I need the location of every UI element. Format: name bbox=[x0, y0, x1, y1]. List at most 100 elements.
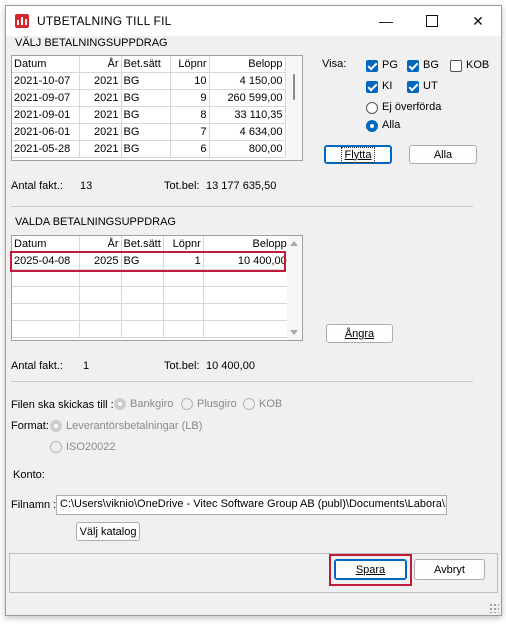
checkbox-ut-label: UT bbox=[423, 80, 438, 92]
valj-katalog-button[interactable]: Välj katalog bbox=[76, 522, 140, 541]
radio-alla[interactable] bbox=[366, 120, 378, 132]
table-row[interactable] bbox=[12, 286, 290, 304]
format-label: Format: bbox=[11, 420, 49, 432]
cell: 2021-09-01 bbox=[12, 106, 80, 124]
valj-katalog-button-label: Välj katalog bbox=[79, 525, 137, 538]
cell: 33 110,35 bbox=[209, 106, 286, 124]
col-datum[interactable]: Datum bbox=[12, 56, 80, 73]
table-row[interactable] bbox=[12, 320, 290, 338]
scroll-up-icon[interactable] bbox=[290, 241, 298, 246]
close-icon[interactable]: ✕ bbox=[455, 6, 501, 36]
cell: 4 634,00 bbox=[209, 123, 286, 141]
filnamn-input[interactable]: C:\Users\viknio\OneDrive - Vitec Softwar… bbox=[56, 495, 447, 515]
dialog-window: UTBETALNING TILL FIL — ✕ VÄLJ BETALNINGS… bbox=[5, 5, 502, 616]
divider bbox=[11, 381, 473, 382]
radio-plusgiro[interactable] bbox=[181, 398, 193, 410]
cell: 9 bbox=[170, 89, 210, 107]
checkbox-kob-label: KOB bbox=[466, 59, 490, 71]
cell: 800,00 bbox=[209, 140, 286, 158]
table-row[interactable]: 2021-06-01 2021 BG 7 4 634,00 bbox=[12, 123, 286, 141]
cell: 2021 bbox=[79, 72, 122, 90]
avbryt-button[interactable]: Avbryt bbox=[414, 559, 485, 580]
col-ar[interactable]: År bbox=[79, 56, 122, 73]
cell: 260 599,00 bbox=[209, 89, 286, 107]
col-belopp[interactable]: Belopp bbox=[209, 56, 286, 73]
table-row[interactable]: 2021-05-28 2021 BG 6 800,00 bbox=[12, 140, 286, 158]
filnamn-label: Filnamn : bbox=[11, 499, 57, 511]
cell: BG bbox=[121, 72, 171, 90]
radio-lb[interactable] bbox=[50, 420, 62, 432]
checkbox-ki[interactable] bbox=[366, 81, 378, 93]
antal-label-1: Antal fakt.: bbox=[11, 180, 63, 192]
cell: BG bbox=[121, 123, 171, 141]
cell: 6 bbox=[170, 140, 210, 158]
table-header: Datum År Bet.sätt Löpnr Belopp bbox=[12, 56, 286, 73]
flytta-button[interactable]: Flytta bbox=[324, 145, 392, 164]
send-to-label: Filen ska skickas till : bbox=[11, 399, 114, 411]
minimize-icon[interactable]: — bbox=[363, 6, 409, 36]
resize-grip-icon[interactable] bbox=[489, 603, 499, 613]
table-row[interactable]: 2021-09-01 2021 BG 8 33 110,35 bbox=[12, 106, 286, 124]
avbryt-button-label: Avbryt bbox=[434, 563, 465, 576]
table-row[interactable]: 2021-10-07 2021 BG 10 4 150,00 bbox=[12, 72, 286, 90]
flytta-button-label: Flytta bbox=[340, 146, 376, 163]
checkbox-bg[interactable] bbox=[407, 60, 419, 72]
alla-button[interactable]: Alla bbox=[409, 145, 477, 164]
angra-button[interactable]: Ångra bbox=[326, 324, 393, 343]
radio-iso20022[interactable] bbox=[50, 441, 62, 453]
cell: 2021 bbox=[79, 140, 122, 158]
section-title-selected: VALDA BETALNINGSUPPDRAG bbox=[15, 216, 176, 228]
spara-button[interactable]: Spara bbox=[334, 559, 407, 580]
radio-ej-overforda-label: Ej överförda bbox=[382, 101, 442, 113]
divider bbox=[11, 206, 473, 207]
col-lopnr[interactable]: Löpnr bbox=[170, 56, 210, 73]
checkbox-kob[interactable] bbox=[450, 60, 462, 72]
cell: BG bbox=[121, 89, 171, 107]
cell: 7 bbox=[170, 123, 210, 141]
totbel-value-1: 13 177 635,50 bbox=[206, 180, 277, 192]
cell: BG bbox=[121, 106, 171, 124]
radio-iso20022-label: ISO20022 bbox=[66, 441, 116, 453]
window-title: UTBETALNING TILL FIL bbox=[37, 14, 172, 28]
checkbox-pg-label: PG bbox=[382, 59, 398, 71]
table-row[interactable] bbox=[12, 269, 290, 287]
totbel-label-1: Tot.bel: bbox=[164, 180, 200, 192]
scroll-down-icon[interactable] bbox=[290, 330, 298, 335]
radio-kob[interactable] bbox=[243, 398, 255, 410]
title-bar: UTBETALNING TILL FIL — ✕ bbox=[6, 6, 501, 36]
cell: 2021 bbox=[79, 89, 122, 107]
select-grid-scrollbar[interactable] bbox=[287, 56, 302, 160]
radio-ej-overforda[interactable] bbox=[366, 102, 378, 114]
radio-plusgiro-label: Plusgiro bbox=[197, 398, 237, 410]
checkbox-ut[interactable] bbox=[407, 81, 419, 93]
cell: 2021 bbox=[79, 123, 122, 141]
col-betsatt[interactable]: Bet.sätt bbox=[121, 56, 171, 73]
konto-label: Konto: bbox=[13, 469, 45, 481]
table-row[interactable]: 2021-09-07 2021 BG 9 260 599,00 bbox=[12, 89, 286, 107]
antal-value-1: 13 bbox=[80, 180, 93, 192]
radio-bankgiro-label: Bankgiro bbox=[130, 398, 174, 410]
cell: 10 bbox=[170, 72, 210, 90]
selected-grid-scrollbar[interactable] bbox=[287, 236, 302, 340]
radio-alla-label: Alla bbox=[382, 119, 401, 131]
cell: BG bbox=[121, 140, 171, 158]
spara-button-label: Spara bbox=[355, 563, 386, 576]
cell: 2021 bbox=[79, 106, 122, 124]
checkbox-bg-label: BG bbox=[423, 59, 439, 71]
radio-lb-label: Leverantörsbetalningar (LB) bbox=[66, 420, 203, 432]
table-row[interactable] bbox=[12, 303, 290, 321]
app-icon bbox=[15, 14, 29, 28]
cell: 2021-10-07 bbox=[12, 72, 80, 90]
totbel-value-2: 10 400,00 bbox=[206, 360, 255, 372]
checkbox-pg[interactable] bbox=[366, 60, 378, 72]
antal-label-2: Antal fakt.: bbox=[11, 360, 63, 372]
select-grid[interactable]: Datum År Bet.sätt Löpnr Belopp 2021-10-0… bbox=[11, 55, 303, 161]
scrollbar-thumb[interactable] bbox=[293, 74, 295, 100]
maximize-icon[interactable] bbox=[409, 6, 455, 36]
cell: 4 150,00 bbox=[209, 72, 286, 90]
radio-kob-label: KOB bbox=[259, 398, 283, 410]
alla-button-label: Alla bbox=[433, 148, 453, 161]
selected-row-highlight bbox=[10, 251, 286, 272]
cell: 2021-05-28 bbox=[12, 140, 80, 158]
radio-bankgiro[interactable] bbox=[114, 398, 126, 410]
